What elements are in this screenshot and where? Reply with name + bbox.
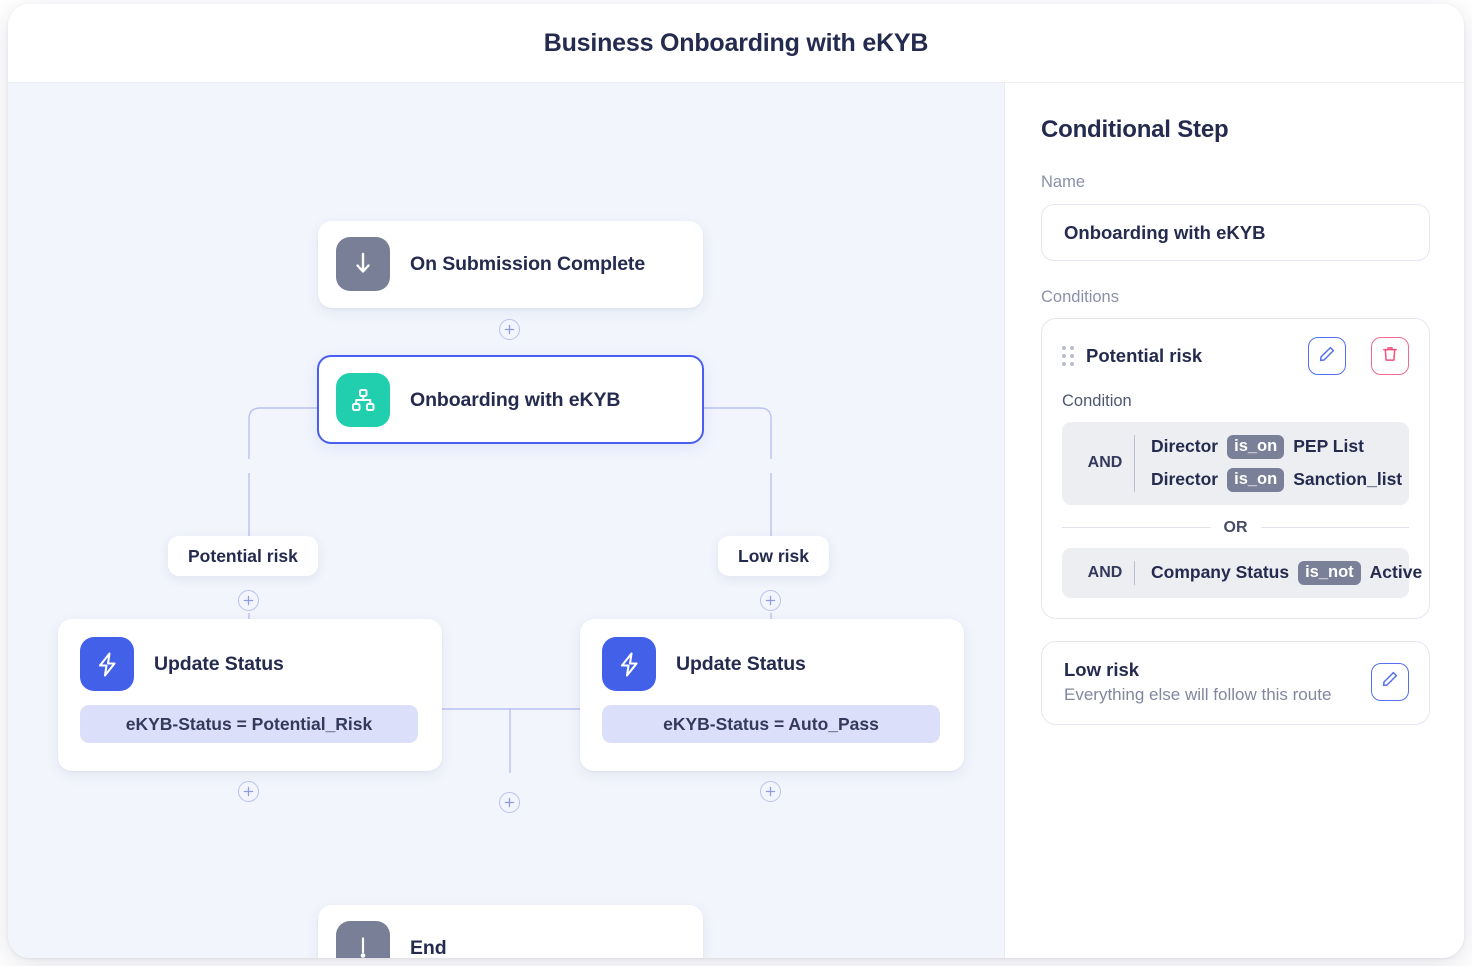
delete-condition-button[interactable]: [1371, 337, 1409, 375]
sitemap-icon: [336, 373, 390, 427]
node-label: End: [410, 937, 447, 959]
flow-node-start[interactable]: On Submission Complete: [318, 221, 703, 308]
divider-line-right: [1261, 527, 1410, 528]
name-field-label: Name: [1041, 173, 1430, 192]
divider-line-left: [1062, 527, 1211, 528]
condition-group-2: AND Company Status is_not Active: [1062, 548, 1409, 598]
branch-label-text: Potential risk: [188, 546, 298, 567]
flow-node-conditional[interactable]: Onboarding with eKYB: [317, 355, 704, 444]
body-split: On Submission Complete: [8, 83, 1464, 958]
group-rules: Director is_on PEP List Director is_on S…: [1134, 435, 1402, 492]
rule-operator-pill: is_on: [1227, 468, 1284, 492]
group-rules: Company Status is_not Active: [1134, 561, 1422, 585]
app-window: Business Onboarding with eKYB: [8, 4, 1464, 958]
rule-operator-pill: is_on: [1227, 435, 1284, 459]
node-label: Onboarding with eKYB: [410, 389, 620, 412]
fallback-route-texts: Low risk Everything else will follow thi…: [1064, 659, 1371, 705]
trash-icon: [1381, 345, 1399, 368]
page-title: Business Onboarding with eKYB: [544, 29, 929, 58]
group-operator: AND: [1076, 564, 1134, 582]
add-step-button-5[interactable]: [760, 781, 781, 802]
name-input[interactable]: [1041, 204, 1430, 261]
flow-connectors: [8, 83, 1005, 958]
node-value-chip: eKYB-Status = Potential_Risk: [80, 705, 418, 743]
start-arrow-icon: [336, 237, 390, 291]
condition-card-potential-risk[interactable]: Potential risk: [1041, 318, 1430, 619]
rule-value: Active: [1370, 562, 1423, 583]
node-header: End: [336, 921, 703, 958]
rule-value: Sanction_list: [1293, 469, 1402, 490]
branch-label-low-risk[interactable]: Low risk: [718, 536, 829, 576]
node-header: Update Status: [602, 637, 940, 691]
lightning-bolt-icon: [602, 637, 656, 691]
fallback-route-card[interactable]: Low risk Everything else will follow thi…: [1041, 641, 1430, 725]
rule-operator-pill: is_not: [1298, 561, 1361, 585]
node-label: Update Status: [154, 653, 284, 676]
rule-field: Director: [1151, 436, 1218, 457]
group-joiner-label: OR: [1224, 519, 1248, 537]
group-operator: AND: [1076, 454, 1134, 472]
pencil-icon: [1318, 345, 1336, 368]
node-header: Update Status: [80, 637, 418, 691]
node-label: On Submission Complete: [410, 253, 645, 276]
lightning-bolt-icon: [80, 637, 134, 691]
add-step-button-1[interactable]: [499, 319, 520, 340]
condition-rule: Company Status is_not Active: [1151, 561, 1422, 585]
condition-rule: Director is_on Sanction_list: [1151, 468, 1402, 492]
panel-title: Conditional Step: [1041, 116, 1430, 144]
titlebar: Business Onboarding with eKYB: [8, 4, 1464, 83]
add-step-button-4[interactable]: [238, 781, 259, 802]
condition-rule: Director is_on PEP List: [1151, 435, 1402, 459]
node-label: Update Status: [676, 653, 806, 676]
pencil-icon: [1381, 670, 1399, 693]
conditions-section-label: Conditions: [1041, 288, 1430, 307]
node-header: Onboarding with eKYB: [336, 373, 702, 427]
branch-label-potential-risk[interactable]: Potential risk: [168, 536, 318, 576]
rule-value: PEP List: [1293, 436, 1364, 457]
properties-sidebar: Conditional Step Name Conditions Potenti…: [1005, 83, 1464, 958]
drag-handle-icon[interactable]: [1062, 346, 1074, 366]
node-header: On Submission Complete: [336, 237, 703, 291]
end-marker-icon: [336, 921, 390, 958]
rule-field: Director: [1151, 469, 1218, 490]
flow-node-end[interactable]: End: [318, 905, 703, 958]
fallback-route-title: Low risk: [1064, 659, 1371, 681]
condition-group-1: AND Director is_on PEP List Director is_…: [1062, 422, 1409, 505]
condition-card-header: Potential risk: [1062, 337, 1409, 375]
branch-label-text: Low risk: [738, 546, 809, 567]
add-step-button-3[interactable]: [760, 590, 781, 611]
flow-node-update-status-potential[interactable]: Update Status eKYB-Status = Potential_Ri…: [58, 619, 442, 771]
group-joiner-divider: OR: [1062, 519, 1409, 537]
flow-canvas[interactable]: On Submission Complete: [8, 83, 1005, 958]
add-step-button-2[interactable]: [238, 590, 259, 611]
rule-field: Company Status: [1151, 562, 1289, 583]
condition-card-title: Potential risk: [1086, 345, 1296, 367]
edit-condition-button[interactable]: [1308, 337, 1346, 375]
condition-sublabel: Condition: [1062, 392, 1409, 411]
edit-fallback-route-button[interactable]: [1371, 663, 1409, 701]
fallback-route-subtitle: Everything else will follow this route: [1064, 685, 1371, 705]
add-step-button-6[interactable]: [499, 792, 520, 813]
node-value-chip: eKYB-Status = Auto_Pass: [602, 705, 940, 743]
flow-node-update-status-low[interactable]: Update Status eKYB-Status = Auto_Pass: [580, 619, 964, 771]
